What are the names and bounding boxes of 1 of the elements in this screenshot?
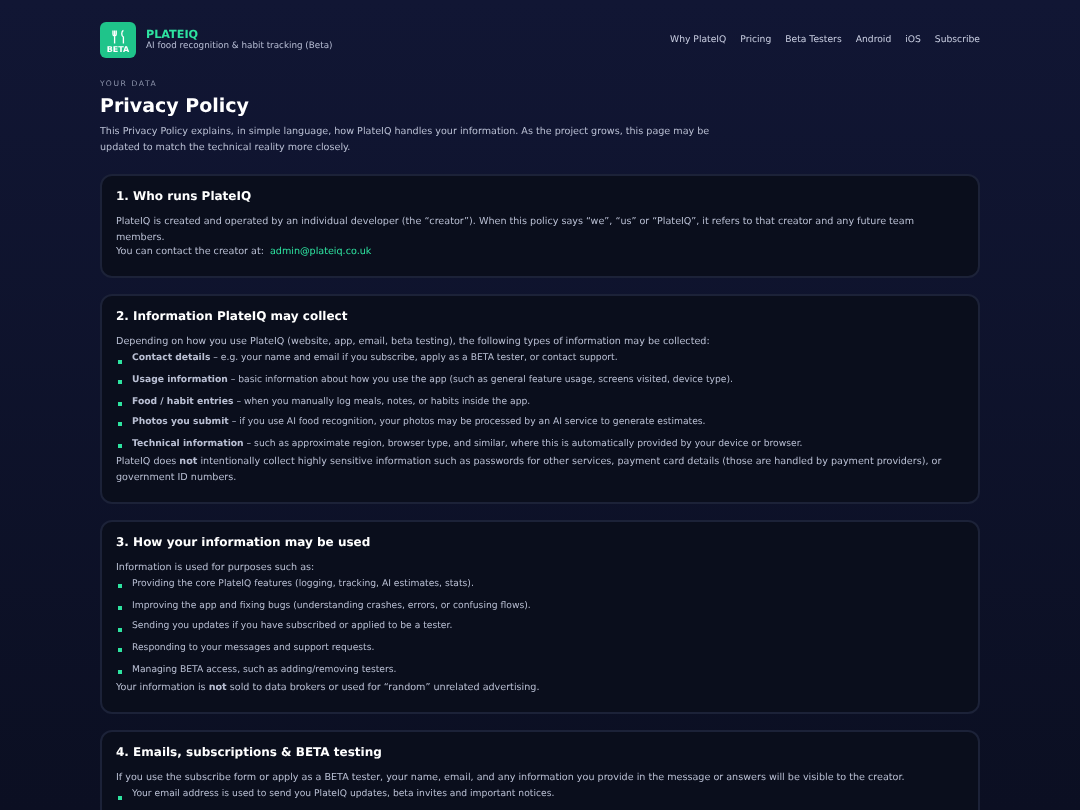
page-title: Privacy Policy xyxy=(100,96,249,118)
